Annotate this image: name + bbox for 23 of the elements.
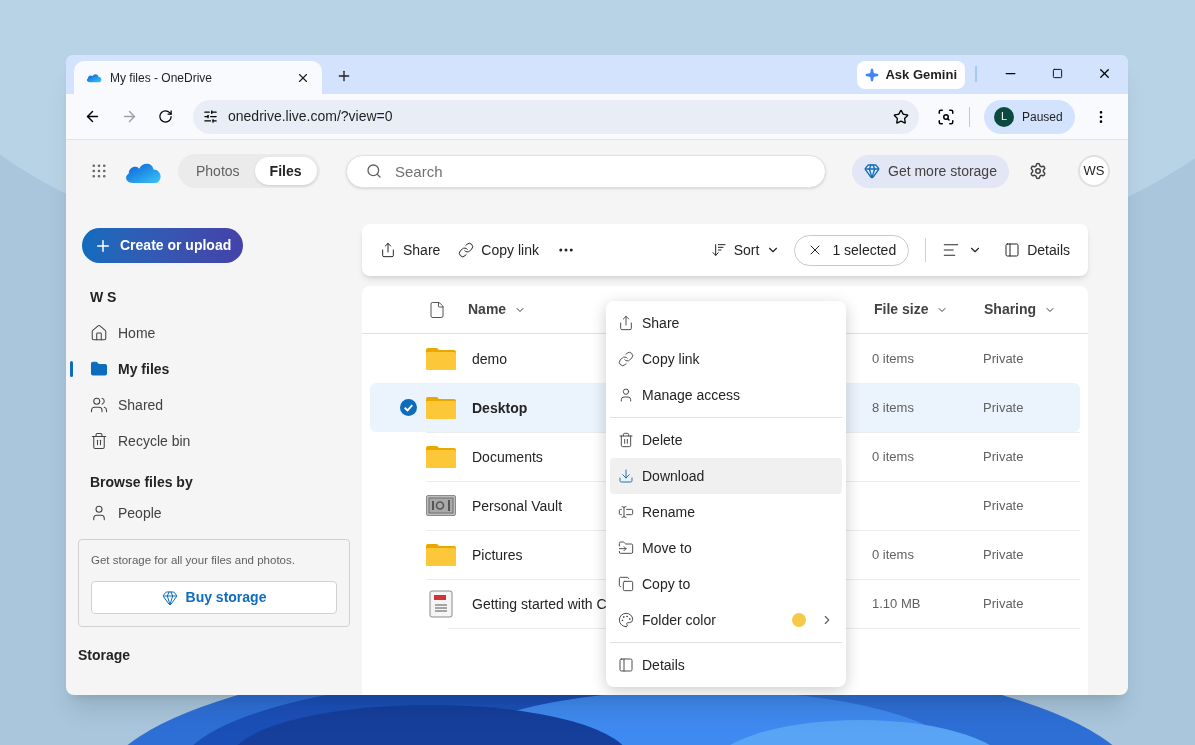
file-name: Pictures xyxy=(472,547,523,563)
section-heading: Storage xyxy=(77,646,132,666)
sharing-status: Private xyxy=(983,595,1024,614)
sharing-status: Private xyxy=(983,349,1024,368)
sharing-status: Private xyxy=(983,497,1024,516)
promo-text: Get storage for all your files and photos. xyxy=(91,553,296,568)
user-name: W S xyxy=(89,288,118,307)
file-name: Documents xyxy=(472,449,543,465)
file-name: Desktop xyxy=(472,399,528,416)
sharing-status: Private xyxy=(983,546,1024,565)
profile-status: Paused xyxy=(1022,108,1063,126)
section-heading: Browse files by xyxy=(89,472,194,492)
file-name: Personal Vault xyxy=(472,498,562,514)
file-size: 0 items xyxy=(872,349,915,368)
file-size: 0 items xyxy=(872,448,915,467)
file-size: 0 items xyxy=(872,546,915,565)
file-size: 8 items xyxy=(872,398,915,417)
sharing-status: Private xyxy=(983,448,1024,467)
profile-avatar: L xyxy=(994,106,1014,127)
file-name: demo xyxy=(472,350,508,367)
file-name: Getting started with C xyxy=(472,596,607,612)
sharing-status: Private xyxy=(983,398,1024,417)
file-size: 1.10 MB xyxy=(872,595,922,614)
